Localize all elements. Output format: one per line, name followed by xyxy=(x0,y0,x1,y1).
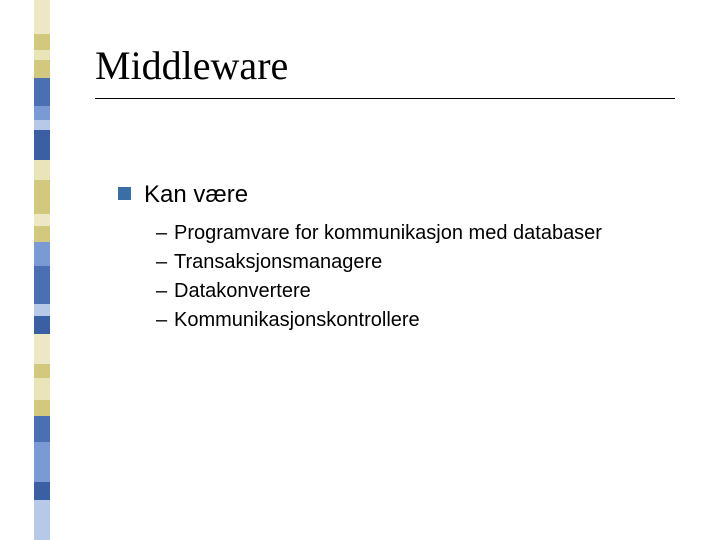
bullet-level2: – Programvare for kommunikasjon med data… xyxy=(156,220,678,247)
bullet-level1: Kan være xyxy=(118,180,678,210)
bullet-level2-text: Programvare for kommunikasjon med databa… xyxy=(174,220,602,247)
strip-segment xyxy=(34,482,50,500)
strip-segment xyxy=(34,0,50,34)
slide-title: Middleware xyxy=(95,42,288,89)
strip-segment xyxy=(34,400,50,416)
decorative-strip xyxy=(34,0,50,540)
strip-segment xyxy=(34,226,50,242)
dash-bullet-icon: – xyxy=(156,278,174,305)
square-bullet-icon xyxy=(118,187,131,200)
strip-segment xyxy=(34,34,50,50)
bullet-level2-text: Transaksjonsmanagere xyxy=(174,249,382,276)
strip-segment xyxy=(34,214,50,226)
strip-segment xyxy=(34,106,50,120)
strip-segment xyxy=(34,364,50,378)
strip-segment xyxy=(34,130,50,160)
strip-segment xyxy=(34,416,50,442)
strip-segment xyxy=(34,50,50,60)
bullet-level2-text: Datakonvertere xyxy=(174,278,311,305)
bullet-level2: – Datakonvertere xyxy=(156,278,678,305)
strip-segment xyxy=(34,316,50,334)
title-rule xyxy=(95,98,675,99)
strip-segment xyxy=(34,378,50,400)
strip-segment xyxy=(34,500,50,540)
strip-segment xyxy=(34,304,50,316)
strip-segment xyxy=(34,442,50,482)
strip-segment xyxy=(34,334,50,364)
dash-bullet-icon: – xyxy=(156,220,174,247)
slide-body: Kan være – Programvare for kommunikasjon… xyxy=(118,180,678,334)
dash-bullet-icon: – xyxy=(156,249,174,276)
strip-segment xyxy=(34,60,50,78)
dash-bullet-icon: – xyxy=(156,307,174,334)
strip-segment xyxy=(34,180,50,214)
strip-segment xyxy=(34,160,50,180)
slide: Middleware Kan være – Programvare for ko… xyxy=(0,0,720,540)
bullet-level2: – Transaksjonsmanagere xyxy=(156,249,678,276)
bullet-level2: – Kommunikasjonskontrollere xyxy=(156,307,678,334)
bullet-level2-text: Kommunikasjonskontrollere xyxy=(174,307,420,334)
strip-segment xyxy=(34,78,50,106)
strip-segment xyxy=(34,266,50,304)
bullet-level2-list: – Programvare for kommunikasjon med data… xyxy=(156,220,678,334)
bullet-level1-text: Kan være xyxy=(144,180,248,210)
strip-segment xyxy=(34,120,50,130)
strip-segment xyxy=(34,242,50,266)
